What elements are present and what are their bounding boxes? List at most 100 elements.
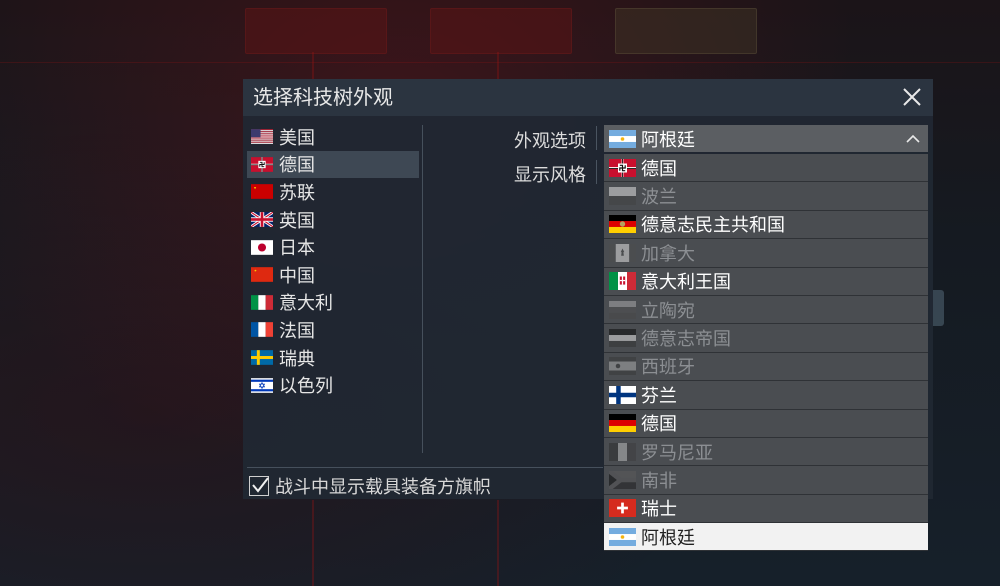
lithuania-flag-icon	[609, 300, 636, 319]
checkmark-icon	[252, 477, 269, 493]
appearance-dropdown-value: 阿根廷	[641, 129, 695, 151]
appearance-option-label: 外观选项	[514, 131, 586, 152]
japan-flag-icon	[251, 239, 273, 255]
appearance-dropdown-option[interactable]: 阿根廷	[604, 523, 928, 552]
switzerland-flag-icon	[609, 499, 636, 518]
appearance-dropdown-option: 波兰	[604, 182, 928, 211]
south-africa-flag-icon	[609, 470, 636, 489]
footer-divider	[247, 467, 603, 468]
appearance-dropdown-option-label: 南非	[641, 470, 677, 492]
israel-flag-icon	[251, 377, 273, 393]
finland-flag-icon	[609, 385, 636, 404]
appearance-dropdown-option[interactable]: 德意志民主共和国	[604, 210, 928, 240]
usa-flag-icon	[251, 129, 273, 145]
appearance-dropdown-option-label: 加拿大	[641, 243, 695, 265]
nation-item-label: 法国	[279, 320, 315, 342]
canada-flag-icon	[609, 243, 636, 262]
nation-item[interactable]: 英国	[247, 206, 419, 234]
appearance-dropdown-option-label: 波兰	[641, 187, 677, 209]
nation-item[interactable]: 德国	[247, 150, 419, 179]
appearance-dropdown-option-label: 德国	[641, 158, 677, 180]
nation-item-label: 苏联	[279, 182, 315, 204]
appearance-dropdown-option[interactable]: 瑞士	[604, 494, 928, 524]
close-icon	[903, 88, 921, 106]
germany-nazi-flag-icon	[609, 158, 636, 177]
appearance-dropdown-option-label: 阿根廷	[641, 527, 695, 549]
appearance-dropdown-option: 德意志帝国	[604, 324, 928, 353]
germany-nazi-flag-icon	[251, 157, 273, 172]
argentina-flag-icon	[609, 527, 636, 546]
nation-item[interactable]: 美国	[247, 123, 419, 151]
background-vehicle-card	[245, 8, 387, 54]
nation-item-label: 美国	[279, 127, 315, 149]
appearance-dropdown-option-label: 立陶宛	[641, 300, 695, 322]
appearance-dropdown[interactable]: 阿根廷	[604, 125, 928, 152]
ussr-flag-icon	[251, 184, 273, 200]
appearance-dropdown-option-label: 意大利王国	[641, 272, 731, 294]
appearance-dropdown-option[interactable]: 德国	[604, 154, 928, 183]
dialog-title: 选择科技树外观	[253, 85, 393, 109]
france-flag-icon	[251, 322, 273, 338]
nation-item-label: 德国	[279, 155, 315, 177]
appearance-dropdown-option: 南非	[604, 466, 928, 495]
appearance-dropdown-option: 加拿大	[604, 239, 928, 268]
appearance-dropdown-option-label: 德意志帝国	[641, 329, 731, 351]
gdr-flag-icon	[609, 215, 636, 234]
background-vehicle-card	[615, 8, 757, 54]
nation-item-label: 以色列	[279, 376, 333, 398]
nation-item[interactable]: 日本	[247, 233, 419, 261]
sweden-flag-icon	[251, 350, 273, 365]
label-divider	[596, 126, 597, 150]
column-divider	[422, 125, 423, 453]
chevron-up-icon	[906, 134, 920, 143]
appearance-dropdown-option: 罗马尼亚	[604, 437, 928, 467]
germany-flag-icon	[609, 414, 636, 433]
appearance-dropdown-option[interactable]: 芬兰	[604, 381, 928, 410]
nation-item-label: 中国	[279, 265, 315, 287]
background-tree-line	[497, 52, 499, 82]
nation-item[interactable]: 中国	[247, 261, 419, 289]
show-flag-checkbox[interactable]	[249, 476, 269, 496]
appearance-dropdown-option[interactable]: 意大利王国	[604, 267, 928, 296]
spain-flag-icon	[609, 357, 636, 376]
poland-flag-icon	[609, 187, 636, 206]
show-flag-checkbox-label: 战斗中显示载具装备方旗帜	[275, 477, 491, 498]
background-tree-line	[0, 62, 1000, 63]
nation-item[interactable]: 瑞典	[247, 344, 419, 372]
close-button[interactable]	[901, 86, 923, 108]
nation-item-label: 意大利	[279, 293, 333, 315]
appearance-dropdown-option: 西班牙	[604, 352, 928, 382]
german-empire-flag-icon	[609, 329, 636, 348]
selected-flag-slot	[604, 129, 641, 148]
nation-list: 美国德国苏联英国日本中国意大利法国瑞典以色列	[247, 123, 419, 399]
background-tree-line	[312, 500, 314, 586]
nation-item[interactable]: 苏联	[247, 178, 419, 206]
appearance-dropdown-option[interactable]: 德国	[604, 409, 928, 438]
display-style-label: 显示风格	[514, 165, 586, 186]
italy-flag-icon	[251, 295, 273, 310]
appearance-dropdown-option-label: 瑞士	[641, 499, 677, 521]
label-divider	[596, 160, 597, 184]
dialog-titlebar: 选择科技树外观	[243, 79, 933, 116]
background-tree-line	[312, 52, 314, 82]
show-flag-checkbox-row[interactable]: 战斗中显示载具装备方旗帜	[249, 473, 491, 499]
appearance-dropdown-option-label: 德国	[641, 414, 677, 436]
romania-flag-icon	[609, 442, 636, 461]
nation-item-label: 瑞典	[279, 348, 315, 370]
background-tree-line	[497, 500, 499, 586]
appearance-dropdown-option: 立陶宛	[604, 295, 928, 325]
nation-item[interactable]: 法国	[247, 316, 419, 344]
china-flag-icon	[251, 267, 273, 283]
nation-item-label: 英国	[279, 210, 315, 232]
nation-item[interactable]: 以色列	[247, 371, 419, 399]
background-vehicle-card	[430, 8, 572, 54]
appearance-dropdown-option-label: 西班牙	[641, 357, 695, 379]
nation-item[interactable]: 意大利	[247, 289, 419, 317]
argentina-flag-icon	[609, 129, 636, 148]
uk-flag-icon	[251, 212, 273, 228]
appearance-dropdown-option-label: 德意志民主共和国	[641, 215, 785, 237]
nation-item-label: 日本	[279, 238, 315, 260]
appearance-dropdown-option-label: 芬兰	[641, 385, 677, 407]
appearance-dropdown-list: 德国 波兰 德意志民主共和国 加拿大 意大利王国 立陶宛 德意志帝国 西班牙 芬兰 德国 罗马尼亚南…	[604, 154, 928, 552]
kingdom-of-italy-flag-icon	[609, 272, 636, 291]
